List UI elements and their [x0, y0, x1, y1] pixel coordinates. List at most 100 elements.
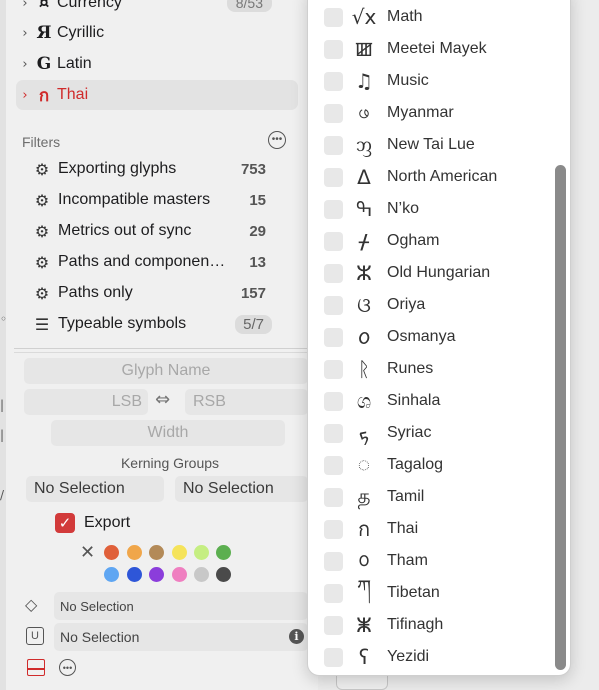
color-swatch-red[interactable]: [104, 545, 119, 560]
checkbox[interactable]: [324, 199, 343, 219]
gear-icon: ⚙: [34, 221, 50, 241]
checkbox[interactable]: [324, 551, 343, 571]
filter-metrics-out-of-sync[interactable]: ⚙ Metrics out of sync 29: [32, 217, 280, 245]
filter-paths-only[interactable]: ⚙ Paths only 157: [32, 279, 280, 307]
scrollbar[interactable]: [555, 165, 566, 670]
checkbox[interactable]: [324, 103, 343, 123]
kerning-right-field[interactable]: No Selection: [175, 476, 308, 502]
filter-label: Incompatible masters: [58, 191, 211, 208]
checkbox[interactable]: [324, 391, 343, 411]
info-icon[interactable]: i: [289, 629, 304, 644]
checkbox[interactable]: [324, 7, 343, 27]
background-control: [336, 674, 388, 690]
checkbox[interactable]: [324, 423, 343, 443]
script-label: Tibetan: [387, 584, 440, 601]
script-item-music[interactable]: ♫ Music: [324, 65, 554, 97]
tags-field[interactable]: No Selection: [54, 592, 308, 620]
color-swatch-light-blue[interactable]: [104, 567, 119, 582]
script-item-tibetan[interactable]: ཀ Tibetan: [324, 575, 554, 609]
filter-label: Typeable symbols: [58, 315, 187, 332]
color-swatch-pink[interactable]: [172, 567, 187, 582]
script-item-tifinagh[interactable]: ⵥ Tifinagh: [324, 609, 554, 641]
checkbox[interactable]: [324, 231, 343, 251]
checkbox[interactable]: [324, 615, 343, 635]
color-swatch-brown[interactable]: [149, 545, 164, 560]
script-item-syriac[interactable]: ܟ Syriac: [324, 417, 554, 449]
color-swatch-green[interactable]: [216, 545, 231, 560]
script-label: Thai: [387, 520, 419, 537]
filter-exporting-glyphs[interactable]: ⚙ Exporting glyphs 753: [32, 155, 280, 183]
export-checkbox[interactable]: ✓: [55, 513, 75, 533]
category-currency[interactable]: › ¤ Currency 8/53: [16, 0, 298, 18]
script-item-tamil[interactable]: த Tamil: [324, 481, 554, 513]
old-hungarian-icon: ⵣ: [356, 261, 372, 285]
color-swatch-light-gray[interactable]: [194, 567, 209, 582]
filter-typeable-symbols[interactable]: ☰ Typeable symbols 5/7: [32, 310, 280, 338]
no-color-icon[interactable]: ✕: [80, 542, 95, 563]
chevron-right-icon[interactable]: ›: [16, 26, 34, 41]
checkbox[interactable]: [324, 263, 343, 283]
script-item-ogham[interactable]: ᚋ Ogham: [324, 225, 554, 257]
script-item-osmanya[interactable]: 𐒆 Osmanya: [324, 321, 554, 353]
checkbox[interactable]: [324, 327, 343, 347]
script-item-tagalog[interactable]: ᜀ Tagalog: [324, 449, 554, 481]
script-item-thai[interactable]: ก Thai: [324, 513, 554, 545]
script-item-sinhala[interactable]: ශ Sinhala: [324, 385, 554, 417]
color-swatch-orange[interactable]: [127, 545, 142, 560]
checkbox[interactable]: [324, 359, 343, 379]
script-item-math[interactable]: √x Math: [324, 1, 554, 33]
syriac-icon: ܟ: [358, 421, 370, 445]
checkbox[interactable]: [324, 455, 343, 475]
gear-icon: ⚙: [34, 159, 50, 179]
cyrillic-icon: Я: [36, 23, 52, 43]
category-cyrillic[interactable]: › Я Cyrillic: [16, 18, 298, 48]
checkbox[interactable]: [324, 135, 343, 155]
lsb-field[interactable]: LSB: [24, 389, 148, 415]
script-item-north-american[interactable]: ᐃ North American: [324, 161, 554, 193]
checkbox[interactable]: [324, 583, 343, 603]
panel-toggle-icon[interactable]: [27, 659, 45, 676]
yezidi-icon: ʕ: [358, 645, 370, 669]
more-options-icon[interactable]: •••: [268, 131, 286, 149]
filter-paths-and-components[interactable]: ⚙ Paths and componen… 13: [32, 248, 280, 276]
checkbox[interactable]: [324, 295, 343, 315]
category-thai[interactable]: › ก Thai: [16, 80, 298, 110]
color-swatch-yellow[interactable]: [172, 545, 187, 560]
script-item-old-hungarian[interactable]: ⵣ Old Hungarian: [324, 257, 554, 289]
oriya-icon: ଓ: [357, 293, 371, 317]
filter-incompatible-masters[interactable]: ⚙ Incompatible masters 15: [32, 186, 280, 214]
checkbox[interactable]: [324, 71, 343, 91]
color-swatch-blue[interactable]: [127, 567, 142, 582]
checkbox[interactable]: [324, 519, 343, 539]
width-field[interactable]: Width: [51, 420, 285, 446]
checkbox[interactable]: [324, 647, 343, 667]
script-item-meetei-mayek[interactable]: ꯀ Meetei Mayek: [324, 33, 554, 65]
script-item-yezidi[interactable]: ʕ Yezidi: [324, 641, 554, 673]
color-swatch-light-green[interactable]: [194, 545, 209, 560]
more-options-icon[interactable]: •••: [59, 659, 76, 676]
chevron-right-icon[interactable]: ›: [16, 88, 34, 103]
nko-icon: ߒ: [355, 197, 373, 221]
kerning-left-field[interactable]: No Selection: [26, 476, 164, 502]
rsb-field[interactable]: RSB: [185, 389, 308, 415]
filter-count: 13: [249, 253, 266, 271]
script-item-oriya[interactable]: ଓ Oriya: [324, 289, 554, 321]
script-item-nko[interactable]: ߒ N’ko: [324, 193, 554, 225]
category-latin[interactable]: › G Latin: [16, 49, 298, 79]
checkbox[interactable]: [324, 487, 343, 507]
checkbox[interactable]: [324, 39, 343, 59]
chevron-right-icon[interactable]: ›: [16, 0, 34, 11]
checkbox[interactable]: [324, 167, 343, 187]
script-item-myanmar[interactable]: ဖ Myanmar: [324, 97, 554, 129]
tifinagh-icon: ⵥ: [356, 613, 372, 637]
chevron-right-icon[interactable]: ›: [16, 57, 34, 72]
script-item-new-tai-lue[interactable]: ᦀ New Tai Lue: [324, 129, 554, 161]
color-swatch-purple[interactable]: [149, 567, 164, 582]
filter-label: Metrics out of sync: [58, 222, 192, 239]
script-item-runes[interactable]: ᚱ Runes: [324, 353, 554, 385]
unicode-field[interactable]: No Selection: [54, 623, 308, 651]
link-metrics-icon[interactable]: ⇔: [155, 389, 170, 410]
color-swatch-dark-gray[interactable]: [216, 567, 231, 582]
category-label: Thai: [57, 86, 89, 103]
glyph-name-field[interactable]: Glyph Name: [24, 358, 308, 384]
